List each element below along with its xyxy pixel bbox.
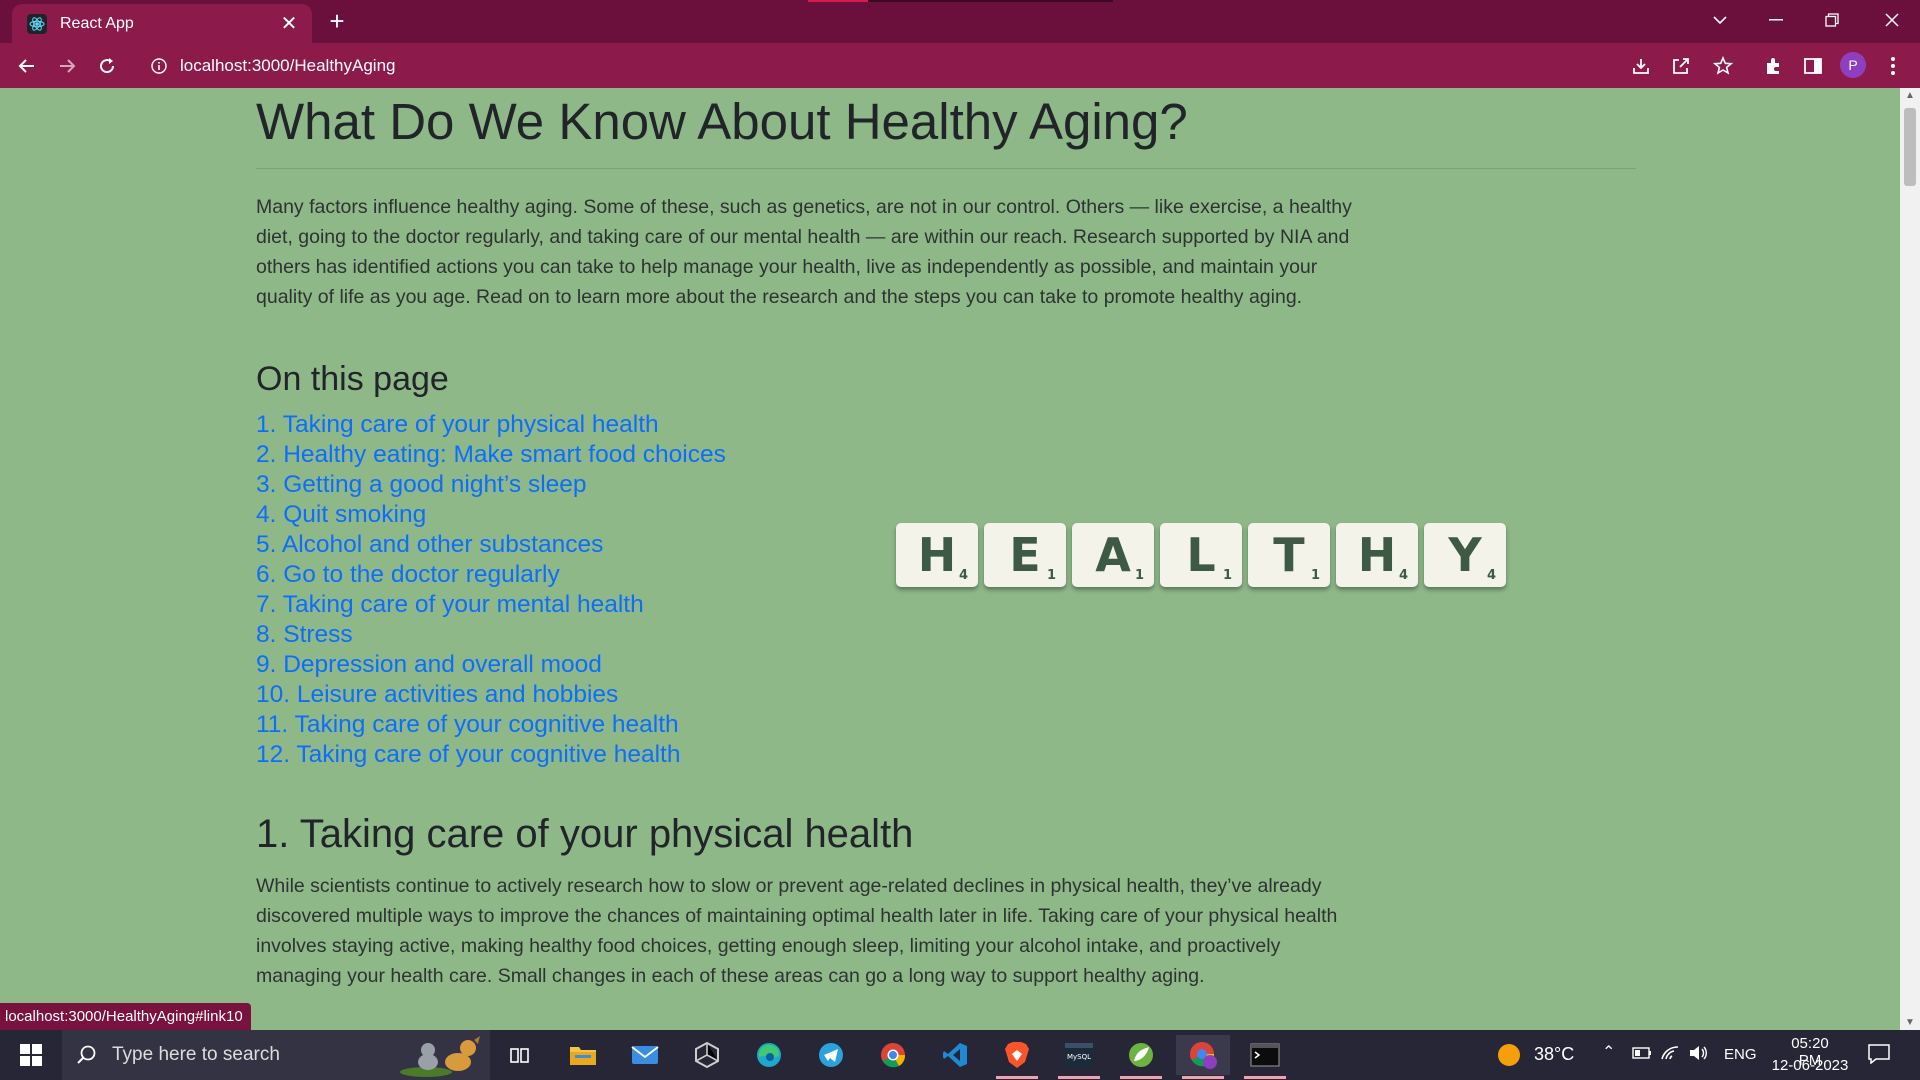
terminal-icon[interactable] <box>1238 1035 1292 1079</box>
search-highlight-illustration-icon <box>398 1032 484 1078</box>
show-hidden-icons-icon[interactable]: ⌃ <box>1602 1042 1615 1062</box>
scroll-up-arrow-icon[interactable]: ▲ <box>1900 90 1920 101</box>
task-view-icon[interactable] <box>493 1035 547 1075</box>
tab-strip: React App ✕ + <box>0 0 1920 43</box>
tile-points: 1 <box>1310 568 1320 583</box>
tab-search-icon[interactable] <box>1692 0 1748 40</box>
vscode-icon[interactable] <box>928 1035 982 1075</box>
toc-link[interactable]: 10. Leisure activities and hobbies <box>256 680 726 710</box>
extensions-icon[interactable] <box>1760 53 1786 79</box>
tile-points: 4 <box>1486 568 1496 583</box>
toc-link[interactable]: 1. Taking care of your physical health <box>256 410 726 440</box>
telegram-icon[interactable] <box>804 1035 858 1075</box>
toc-link[interactable]: 11. Taking care of your cognitive health <box>256 710 726 740</box>
menu-kebab-icon[interactable] <box>1880 53 1906 79</box>
clock-date[interactable]: 12-06-2023 <box>1770 1057 1850 1074</box>
brave-icon[interactable] <box>990 1035 1044 1079</box>
svg-text:MySQL: MySQL <box>1067 1053 1091 1061</box>
page-scrollbar[interactable]: ▲ ▼ <box>1900 88 1920 1030</box>
spring-tools-icon[interactable] <box>1114 1035 1168 1079</box>
weather-sun-icon[interactable] <box>1482 1035 1536 1075</box>
url-text: localhost:3000/HealthyAging <box>180 55 396 75</box>
reload-button[interactable] <box>92 51 122 81</box>
forward-button[interactable] <box>52 51 82 81</box>
volume-icon[interactable] <box>1688 1045 1708 1065</box>
intro-paragraph: Many factors influence healthy aging. So… <box>256 196 1352 308</box>
unity-hub-icon[interactable] <box>680 1035 734 1075</box>
toc-link[interactable]: 9. Depression and overall mood <box>256 650 726 680</box>
toc-link[interactable]: 12. Taking care of your cognitive health <box>256 740 726 770</box>
battery-icon[interactable] <box>1632 1046 1652 1064</box>
windows-start-icon[interactable] <box>4 1035 58 1075</box>
windows-taskbar: Type here to search MySQL 38°C ⌃ ENG 05:… <box>0 1030 1920 1080</box>
toc-link[interactable]: 5. Alcohol and other substances <box>256 530 726 560</box>
tile-points: 1 <box>1134 568 1144 583</box>
side-panel-icon[interactable] <box>1800 53 1826 79</box>
mail-icon[interactable] <box>618 1035 672 1075</box>
install-app-icon[interactable] <box>1628 53 1654 79</box>
toc-link[interactable]: 6. Go to the doctor regularly <box>256 560 726 590</box>
link-status-bubble: localhost:3000/HealthyAging#link10 <box>0 1003 251 1030</box>
section-physical-health-title: 1. Taking care of your physical health <box>256 812 914 856</box>
tile-points: 4 <box>1398 568 1408 583</box>
page-title: What Do We Know About Healthy Aging? <box>256 93 1188 150</box>
notifications-icon[interactable] <box>1868 1044 1890 1068</box>
table-of-contents: 1. Taking care of your physical health 2… <box>256 410 726 770</box>
react-icon <box>26 13 48 35</box>
mysql-workbench-icon[interactable]: MySQL <box>1052 1035 1106 1079</box>
taskbar-search[interactable]: Type here to search <box>62 1030 490 1080</box>
tab-strip-accent <box>808 0 868 2</box>
section-physical-health-body: While scientists continue to actively re… <box>256 875 1338 987</box>
tab-title: React App <box>60 14 134 32</box>
tile-points: 4 <box>958 568 968 583</box>
share-icon[interactable] <box>1668 53 1694 79</box>
page-viewport: What Do We Know About Healthy Aging? Man… <box>0 88 1900 1030</box>
tile-points: 1 <box>1222 568 1232 583</box>
input-language[interactable]: ENG <box>1724 1046 1757 1063</box>
browser-toolbar: localhost:3000/HealthyAging <box>0 43 1920 88</box>
scrollbar-thumb[interactable] <box>1904 108 1916 186</box>
site-info-icon[interactable] <box>148 55 170 77</box>
back-button[interactable] <box>12 51 42 81</box>
search-placeholder: Type here to search <box>112 1044 280 1065</box>
chrome-profile-icon[interactable] <box>1176 1035 1230 1079</box>
toc-link[interactable]: 3. Getting a good night’s sleep <box>256 470 726 500</box>
bookmark-star-icon[interactable] <box>1710 53 1736 79</box>
letter-tile: H4 <box>896 523 978 587</box>
profile-avatar[interactable]: P <box>1840 52 1866 78</box>
tile-points: 1 <box>1046 568 1056 583</box>
on-this-page-heading: On this page <box>256 360 449 398</box>
letter-tile: L1 <box>1160 523 1242 587</box>
file-explorer-icon[interactable] <box>556 1035 610 1075</box>
toc-link[interactable]: 2. Healthy eating: Make smart food choic… <box>256 440 726 470</box>
letter-tile: E1 <box>984 523 1066 587</box>
tab-strip-accent-dark <box>868 0 1113 2</box>
close-tab-icon[interactable]: ✕ <box>278 11 300 36</box>
new-tab-button[interactable]: + <box>322 6 352 36</box>
letter-tile: H4 <box>1336 523 1418 587</box>
title-divider <box>256 168 1636 169</box>
toc-link[interactable]: 7. Taking care of your mental health <box>256 590 726 620</box>
letter-tile: A1 <box>1072 523 1154 587</box>
chrome-icon[interactable] <box>866 1035 920 1075</box>
edge-icon[interactable] <box>742 1035 796 1075</box>
restore-button[interactable] <box>1804 0 1860 40</box>
temperature-text[interactable]: 38°C <box>1534 1044 1574 1065</box>
healthy-tiles-image: H4 E1 A1 L1 T1 H4 Y4 <box>896 523 1506 591</box>
address-bar[interactable]: localhost:3000/HealthyAging <box>140 49 1600 82</box>
minimize-button[interactable] <box>1748 0 1804 40</box>
close-window-button[interactable] <box>1864 0 1920 40</box>
scroll-down-arrow-icon[interactable]: ▼ <box>1900 1017 1920 1028</box>
toc-link[interactable]: 4. Quit smoking <box>256 500 726 530</box>
toc-link[interactable]: 8. Stress <box>256 620 726 650</box>
letter-tile: T1 <box>1248 523 1330 587</box>
tab-react-app[interactable]: React App ✕ <box>12 4 312 43</box>
search-icon <box>76 1044 98 1066</box>
wifi-icon[interactable] <box>1660 1045 1680 1065</box>
letter-tile: Y4 <box>1424 523 1506 587</box>
